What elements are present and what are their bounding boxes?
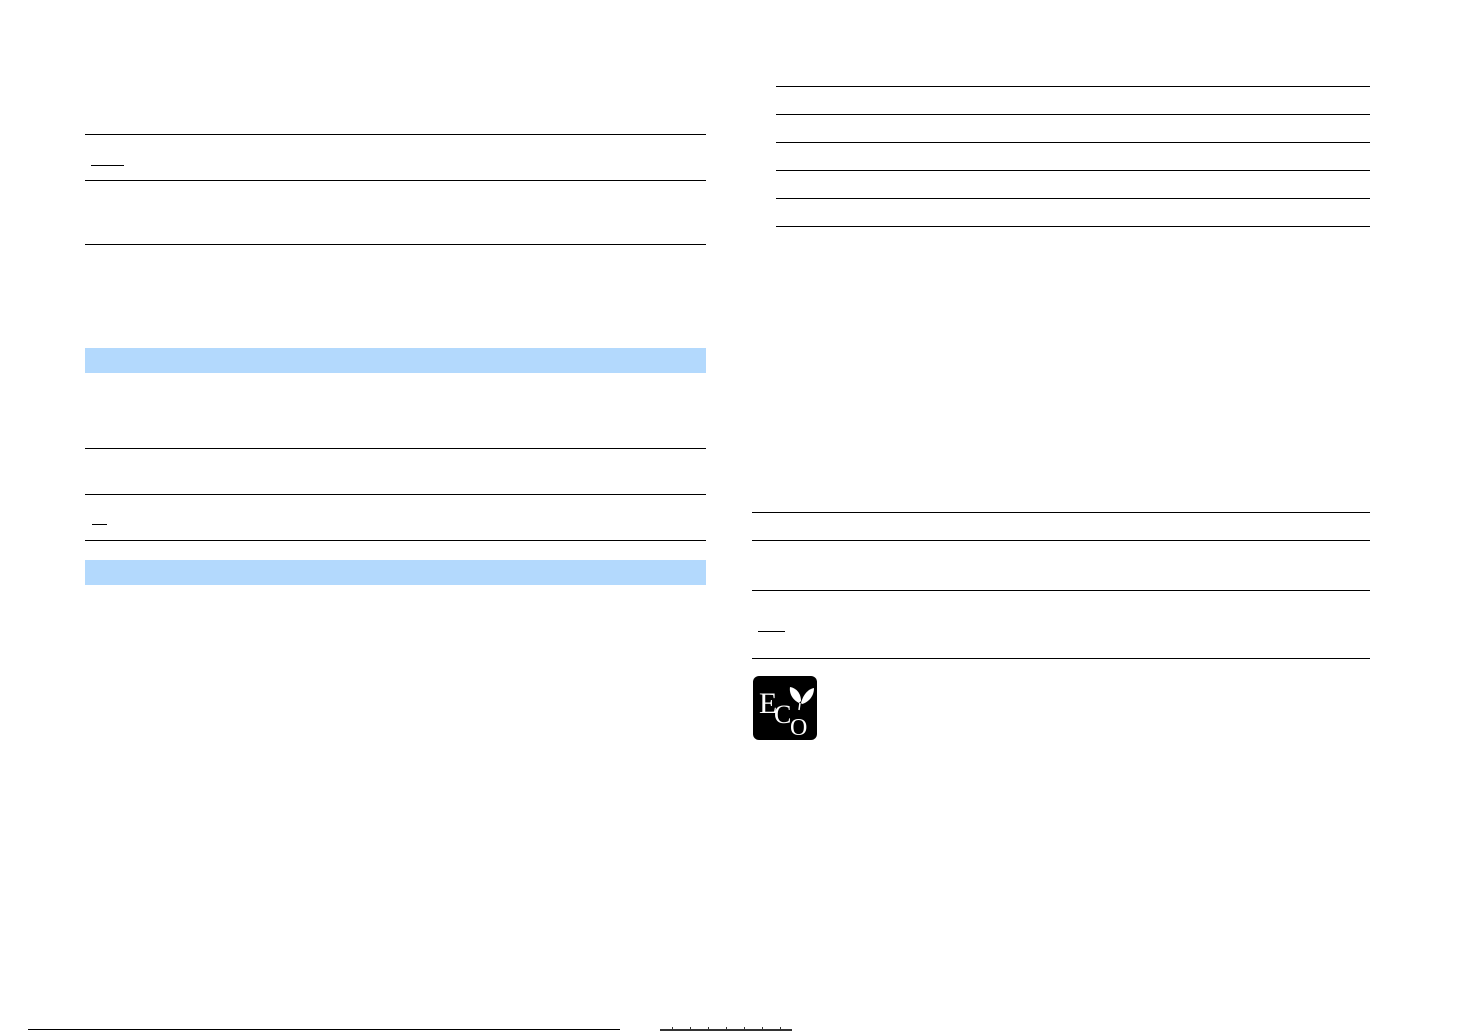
footer-tick — [672, 1027, 673, 1031]
right-table-2-row-3-marker — [758, 631, 785, 632]
left-table-1-row-1-marker — [91, 165, 124, 166]
left-table-1-top-rule — [85, 134, 706, 135]
left-table-2-row-2-marker — [92, 524, 107, 525]
left-table-1-bottom-rule — [85, 244, 706, 245]
right-table-1-rule-1 — [776, 86, 1370, 87]
eco-leaf-icon: E C O — [753, 676, 817, 740]
footer-rule — [28, 1029, 620, 1030]
left-table-1-rule-2 — [85, 180, 706, 181]
right-table-2-bottom-rule — [752, 658, 1370, 659]
document-page: E C O — [0, 0, 1459, 1033]
right-table-1-rule-3 — [776, 142, 1370, 143]
svg-text:C: C — [774, 700, 791, 729]
footer-tick — [708, 1027, 709, 1031]
left-table-2-rule-1 — [85, 448, 706, 449]
footer-tick — [780, 1027, 781, 1031]
left-table-2-rule-2 — [85, 494, 706, 495]
right-table-2-rule-3 — [752, 590, 1370, 591]
svg-text:O: O — [790, 715, 807, 740]
right-table-1-rule-5 — [776, 198, 1370, 199]
left-section-band-1 — [85, 348, 706, 373]
left-table-2-bottom-rule — [85, 540, 706, 541]
footer-tick — [690, 1027, 691, 1031]
right-table-2-rule-2 — [752, 540, 1370, 541]
footer-tick — [744, 1027, 745, 1031]
right-table-2-rule-1 — [752, 512, 1370, 513]
footer-tick — [762, 1027, 763, 1031]
right-table-1-rule-6 — [776, 226, 1370, 227]
left-section-band-2 — [85, 560, 706, 585]
right-table-1-rule-2 — [776, 114, 1370, 115]
footer-tick — [726, 1027, 727, 1031]
right-table-1-rule-4 — [776, 170, 1370, 171]
